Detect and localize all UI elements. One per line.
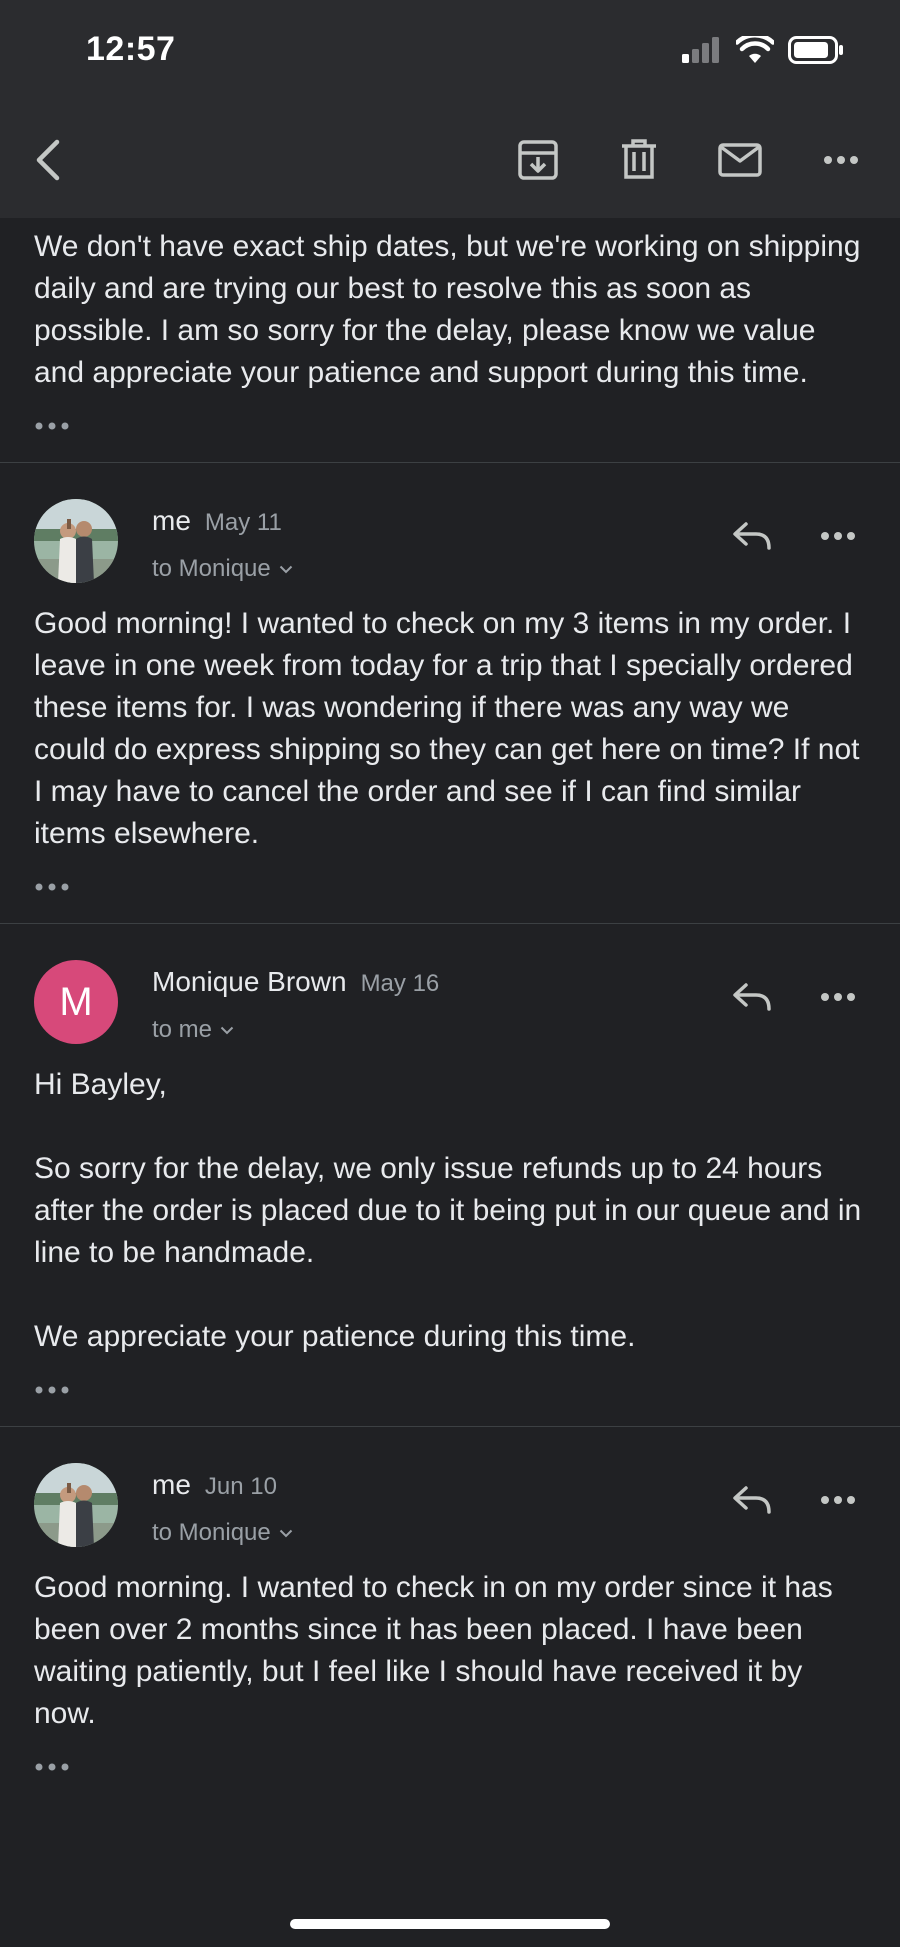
- wifi-icon: [736, 36, 774, 63]
- ellipsis-icon: [35, 422, 69, 430]
- more-icon: [824, 156, 858, 164]
- signal-icon: [682, 37, 719, 63]
- status-bar: 12:57: [0, 0, 900, 100]
- message-header[interactable]: me May 11 to Monique: [0, 463, 900, 603]
- reply-button[interactable]: [722, 511, 782, 561]
- status-icons: [682, 36, 844, 64]
- home-indicator: [290, 1919, 610, 1929]
- message-item: me Jun 10 to Monique Good morning. I wan…: [0, 1427, 900, 1787]
- delete-button[interactable]: [609, 130, 669, 190]
- archive-button[interactable]: [508, 130, 568, 190]
- more-options-button[interactable]: [811, 130, 871, 190]
- back-button[interactable]: [18, 130, 78, 190]
- status-time: 12:57: [86, 30, 176, 68]
- recipient-label: to Monique: [152, 555, 271, 582]
- mark-unread-button[interactable]: [710, 130, 770, 190]
- sender-name: Monique Brown: [152, 966, 347, 997]
- chevron-down-icon: [279, 565, 292, 573]
- message-sender: me May 11: [152, 505, 282, 537]
- recipient-toggle[interactable]: to Monique: [152, 555, 293, 583]
- message-header[interactable]: M Monique Brown May 16 to me: [0, 924, 900, 1064]
- ellipsis-icon: [35, 883, 69, 891]
- chevron-down-icon: [279, 1529, 292, 1537]
- reply-button[interactable]: [722, 972, 782, 1022]
- show-trimmed-content-button[interactable]: [0, 406, 900, 446]
- recipient-label: to me: [152, 1016, 213, 1043]
- previous-message: We don't have exact ship dates, but we'r…: [0, 218, 900, 446]
- message-body: Good morning. I wanted to check in on my…: [34, 1571, 833, 1730]
- reply-icon: [733, 983, 771, 1011]
- toolbar: [0, 100, 900, 218]
- more-icon: [821, 1496, 855, 1504]
- ellipsis-icon: [35, 1386, 69, 1394]
- message-item: M Monique Brown May 16 to me Hi Bayley, …: [0, 924, 900, 1410]
- mail-icon: [718, 143, 762, 177]
- profile-photo: [34, 1463, 118, 1547]
- show-trimmed-content-button[interactable]: [0, 1747, 900, 1787]
- sender-name: me: [152, 505, 191, 536]
- message-item: me May 11 to Monique Good morning! I wan…: [0, 463, 900, 907]
- reply-icon: [733, 1486, 771, 1514]
- trash-icon: [622, 139, 656, 179]
- message-more-button[interactable]: [808, 1475, 868, 1525]
- back-icon: [36, 139, 60, 181]
- ellipsis-icon: [35, 1763, 69, 1771]
- show-trimmed-content-button[interactable]: [0, 867, 900, 907]
- message-header[interactable]: me Jun 10 to Monique: [0, 1427, 900, 1567]
- message-sender: Monique Brown May 16: [152, 966, 439, 998]
- message-body: Hi Bayley, So sorry for the delay, we on…: [34, 1068, 862, 1353]
- battery-icon: [788, 36, 843, 64]
- more-icon: [821, 532, 855, 540]
- profile-photo: [34, 499, 118, 583]
- avatar: [34, 1463, 118, 1547]
- email-thread: We don't have exact ship dates, but we'r…: [0, 218, 900, 1787]
- message-date: May 16: [360, 970, 440, 997]
- chevron-down-icon: [220, 1026, 234, 1034]
- archive-icon: [518, 140, 558, 180]
- show-trimmed-content-button[interactable]: [0, 1370, 900, 1410]
- reply-button[interactable]: [722, 1475, 782, 1525]
- message-date: May 11: [204, 509, 282, 536]
- avatar: M: [34, 960, 118, 1044]
- message-date: Jun 10: [204, 1473, 277, 1500]
- recipient-toggle[interactable]: to me: [152, 1016, 234, 1044]
- recipient-label: to Monique: [152, 1519, 271, 1546]
- message-body: We don't have exact ship dates, but we'r…: [34, 230, 861, 389]
- recipient-toggle[interactable]: to Monique: [152, 1519, 293, 1547]
- avatar-letter: M: [59, 979, 93, 1024]
- message-more-button[interactable]: [808, 511, 868, 561]
- message-more-button[interactable]: [808, 972, 868, 1022]
- avatar: [34, 499, 118, 583]
- more-icon: [821, 993, 855, 1001]
- reply-icon: [733, 522, 771, 550]
- message-sender: me Jun 10: [152, 1469, 277, 1501]
- sender-name: me: [152, 1469, 191, 1500]
- message-body: Good morning! I wanted to check on my 3 …: [34, 607, 860, 850]
